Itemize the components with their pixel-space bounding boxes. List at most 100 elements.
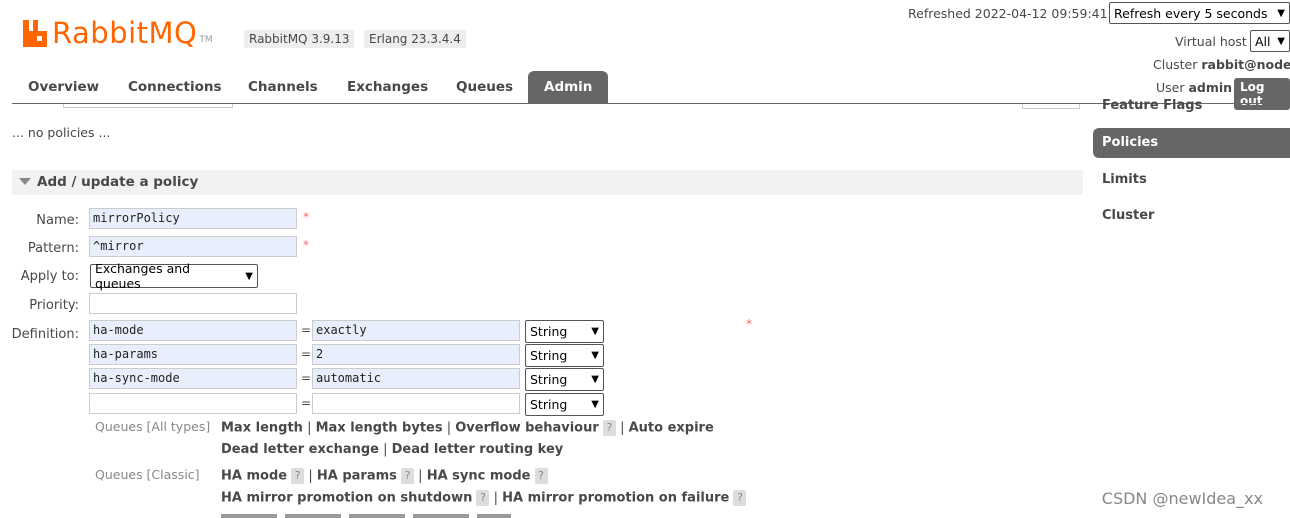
max-length-link[interactable]: Max length [221,421,303,436]
virtual-host-label: Virtual host [1175,34,1247,49]
policy-name-input[interactable]: mirrorPolicy [89,208,297,229]
logo-trademark: TM [199,35,213,45]
tab-admin[interactable]: Admin [528,71,609,103]
definition-type-select[interactable]: String ▼ [525,393,604,416]
required-marker: * [746,317,752,331]
definition-value-input[interactable]: exactly [312,320,520,341]
no-policies-message: ... no policies ... [12,125,111,140]
help-question-icon[interactable]: ? [401,468,415,484]
chevron-down-icon: ▼ [1277,35,1285,47]
separator: | [308,468,317,484]
definition-type-select[interactable]: String ▼ [525,368,604,391]
ha-promotion-shutdown-link[interactable]: HA mirror promotion on shutdown [221,491,472,506]
cluster-name: rabbit@node1 [1201,57,1290,72]
help-question-icon[interactable]: ? [534,468,548,484]
queues-all-types-row1: Max length | Max length bytes | Overflow… [221,420,714,436]
erlang-version-badge: Erlang 23.3.4.4 [364,30,466,48]
clipped-filter-input [63,104,233,108]
sidebar-item-policies[interactable]: Policies [1093,128,1290,158]
equals-sign: = [301,371,312,385]
clipped-text-remnant [221,514,511,518]
tab-channels[interactable]: Channels [248,71,318,103]
queues-all-types-label: Queues [All types] [95,419,211,434]
cluster-info: Cluster rabbit@node1 [1153,57,1290,72]
chevron-down-icon: ▼ [591,350,599,361]
tab-exchanges[interactable]: Exchanges [347,71,428,103]
definition-type-select[interactable]: String ▼ [525,320,604,343]
ha-promotion-failure-link[interactable]: HA mirror promotion on failure [502,491,729,506]
rabbitmq-logo-icon [23,20,47,47]
priority-label: Priority: [29,298,79,313]
definition-type-select[interactable]: String ▼ [525,344,604,367]
separator: | [446,420,456,436]
separator: | [620,420,629,436]
queues-classic-row2: HA mirror promotion on shutdown ? | HA m… [221,490,747,506]
help-question-icon[interactable]: ? [733,490,747,506]
rabbitmq-version-badge: RabbitMQ 3.9.13 [244,30,355,48]
definition-key-input[interactable]: ha-mode [89,320,297,341]
pattern-label: Pattern: [27,241,79,256]
definition-label: Definition: [11,327,79,342]
definition-value-input[interactable] [312,393,520,414]
triangle-down-icon [19,178,31,185]
ha-params-link[interactable]: HA params [317,469,397,484]
virtual-host-select[interactable]: All ▼ [1250,30,1290,52]
refresh-interval-value: Refresh every 5 seconds [1114,5,1268,21]
overflow-behaviour-link[interactable]: Overflow behaviour [455,421,599,436]
tab-queues[interactable]: Queues [456,71,513,103]
add-update-policy-header[interactable]: Add / update a policy [12,170,1083,195]
queues-classic-label: Queues [Classic] [95,467,200,482]
sidebar-item-cluster[interactable]: Cluster [1093,201,1290,231]
csdn-watermark: CSDN @newIdea_xx [1101,489,1263,508]
sidebar-item-feature-flags[interactable]: Feature Flags [1093,92,1290,118]
equals-sign: = [301,347,312,361]
definition-value-input[interactable]: automatic [312,368,520,389]
separator: | [307,420,316,436]
definition-key-input[interactable]: ha-sync-mode [89,368,297,389]
queues-all-types-row2: Dead letter exchange | Dead letter routi… [221,442,563,457]
apply-to-label: Apply to: [20,269,79,284]
separator: | [383,442,392,457]
section-title: Add / update a policy [37,174,199,190]
definition-value-input[interactable]: 2 [312,344,520,365]
clipped-pagination-input [1022,104,1080,109]
pattern-input[interactable]: ^mirror [89,236,297,257]
refresh-interval-select[interactable]: Refresh every 5 seconds ▼ [1109,2,1290,24]
definition-type-value: String [530,324,568,339]
required-marker: * [303,238,309,252]
name-label: Name: [36,213,79,228]
equals-sign: = [301,323,312,337]
help-question-icon[interactable]: ? [291,468,305,484]
equals-sign: = [301,396,312,410]
separator: | [418,468,427,484]
logo-text: RabbitMQ [52,16,198,50]
separator: | [493,490,503,506]
required-marker: * [303,210,309,224]
chevron-down-icon: ▼ [591,326,599,337]
sidebar-item-limits[interactable]: Limits [1093,165,1290,195]
max-length-bytes-link[interactable]: Max length bytes [316,421,443,436]
help-question-icon[interactable]: ? [476,490,490,506]
chevron-down-icon: ▼ [245,270,253,282]
rabbitmq-logo[interactable]: RabbitMQ TM [22,14,213,48]
tab-connections[interactable]: Connections [128,71,222,103]
definition-type-value: String [530,397,568,412]
chevron-down-icon: ▼ [1277,7,1285,19]
chevron-down-icon: ▼ [591,374,599,385]
refreshed-timestamp: Refreshed 2022-04-12 09:59:41 [908,6,1108,21]
priority-input[interactable] [89,293,297,314]
definition-key-input[interactable]: ha-params [89,344,297,365]
ha-mode-link[interactable]: HA mode [221,469,287,484]
definition-key-input[interactable] [89,393,297,414]
definition-type-value: String [530,372,568,387]
apply-to-select[interactable]: Exchanges and queues ▼ [90,261,258,291]
tab-overview[interactable]: Overview [28,71,99,103]
auto-expire-link[interactable]: Auto expire [629,421,714,436]
help-question-icon[interactable]: ? [602,420,616,436]
ha-sync-mode-link[interactable]: HA sync mode [427,469,531,484]
dead-letter-routing-key-link[interactable]: Dead letter routing key [392,442,564,457]
definition-type-value: String [530,348,568,363]
dead-letter-exchange-link[interactable]: Dead letter exchange [221,442,379,457]
virtual-host-value: All [1255,33,1271,49]
chevron-down-icon: ▼ [591,399,599,410]
